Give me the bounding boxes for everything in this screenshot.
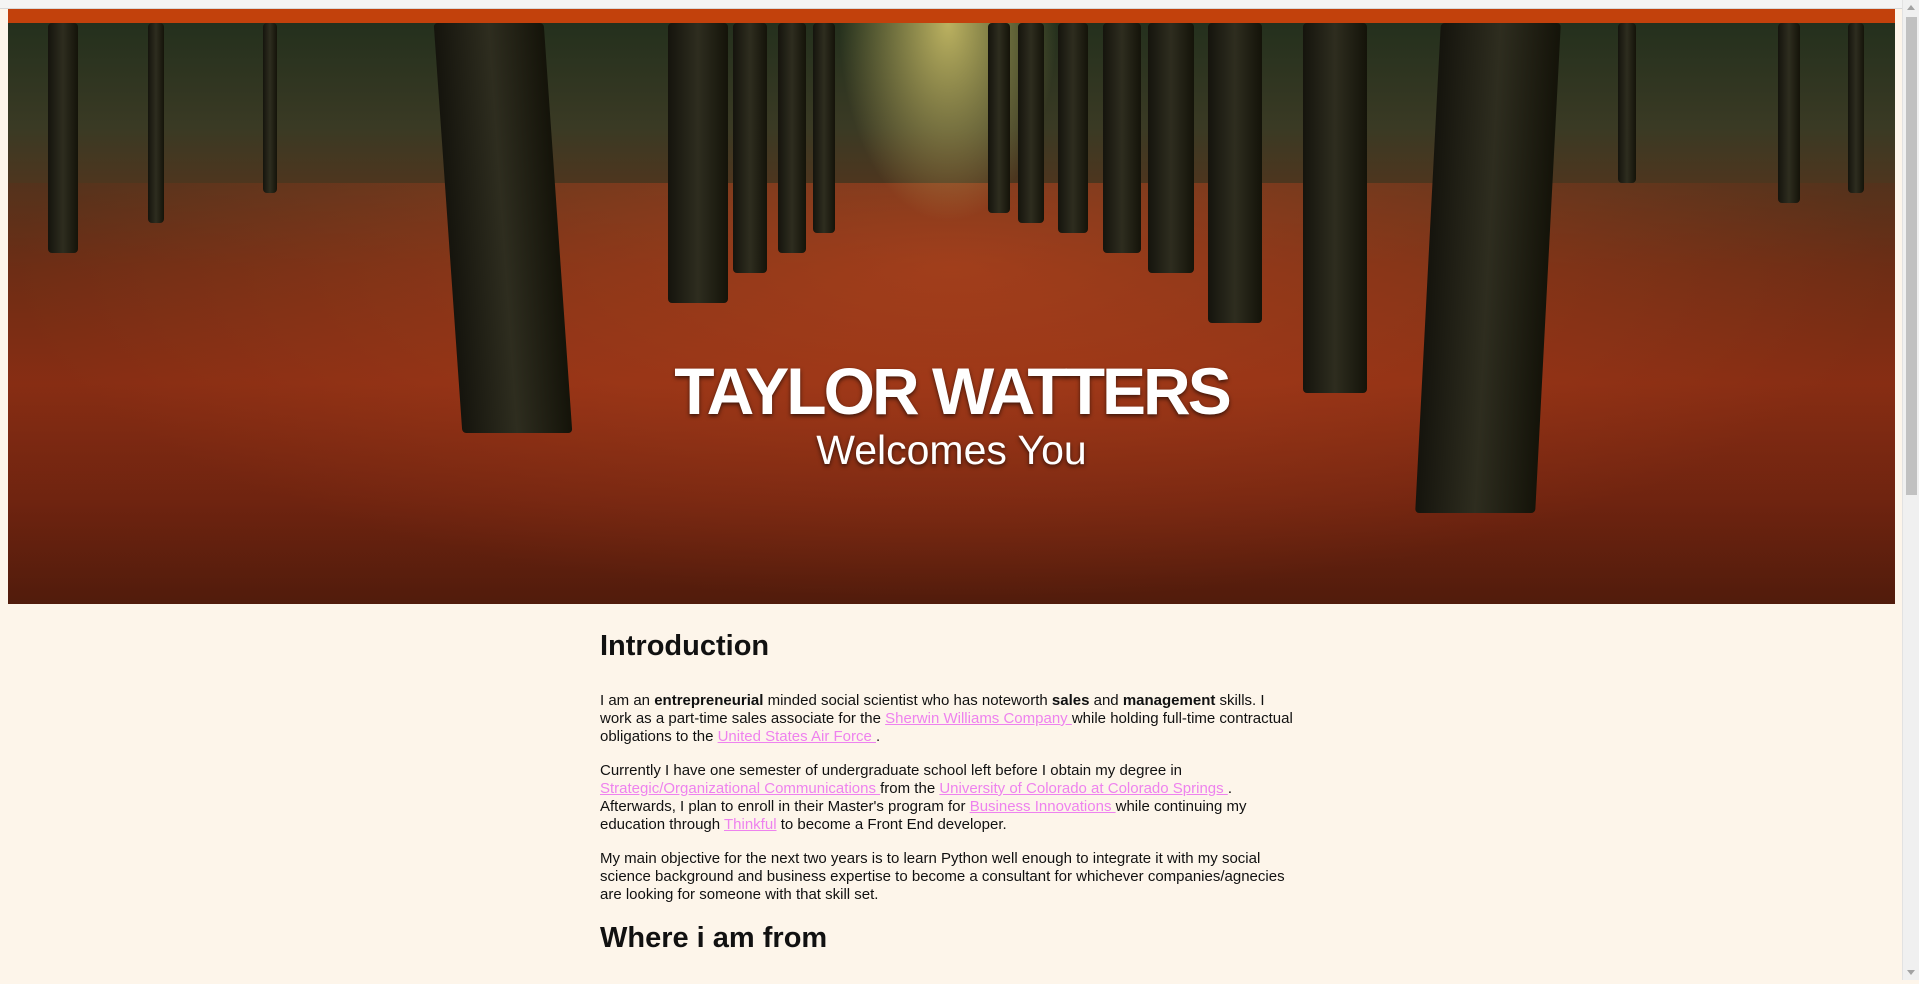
tree-trunk — [733, 23, 767, 273]
tree-trunk — [1618, 23, 1636, 183]
scroll-up-arrow-icon[interactable] — [1907, 5, 1915, 10]
text: from the — [880, 780, 940, 797]
link-us-air-force[interactable]: United States Air Force — [718, 728, 876, 745]
main-content: Introduction I am an entrepreneurial min… — [600, 628, 1300, 984]
tree-trunk — [813, 23, 835, 233]
text: minded social scientist who has notewort… — [763, 692, 1052, 709]
intro-paragraph-3: My main objective for the next two years… — [600, 850, 1285, 903]
link-sherwin-williams[interactable]: Sherwin Williams Company — [885, 710, 1072, 727]
bold-sales: sales — [1051, 692, 1090, 709]
text: to become a Front End developer. — [776, 816, 1007, 833]
vertical-scrollbar[interactable] — [1902, 0, 1919, 980]
text: and — [1089, 692, 1123, 709]
text: Currently I have one semester of undergr… — [600, 762, 1183, 779]
hero-subtitle: Welcomes You — [816, 427, 1087, 473]
scrollbar-thumb[interactable] — [1906, 17, 1917, 495]
tree-trunk — [778, 23, 806, 253]
tree-trunk — [1058, 23, 1088, 233]
link-strategic-communications[interactable]: Strategic/Organizational Communications — [600, 780, 880, 797]
bold-entrepreneurial: entrepreneurial — [654, 692, 764, 709]
browser-top-edge — [0, 0, 1902, 9]
tree-trunk — [1778, 23, 1800, 203]
text: . — [876, 728, 881, 745]
tree-trunk — [988, 23, 1010, 213]
tree-trunk — [1208, 23, 1262, 323]
tree-trunk — [263, 23, 277, 193]
hero-title: TAYLOR WATTERS — [674, 354, 1231, 428]
tree-trunk — [668, 23, 728, 303]
where-from-heading: Where i am from — [600, 922, 828, 954]
bold-management: management — [1122, 692, 1216, 709]
intro-paragraph-1: I am an entrepreneurial minded social sc… — [600, 692, 1300, 746]
tree-trunk — [1018, 23, 1044, 223]
tree-trunk — [148, 23, 164, 223]
link-thinkful[interactable]: Thinkful — [724, 816, 777, 833]
accent-bar — [8, 9, 1895, 23]
intro-heading: Introduction — [600, 630, 770, 662]
link-uccs[interactable]: University of Colorado at Colorado Sprin… — [939, 780, 1227, 797]
scroll-down-arrow-icon[interactable] — [1907, 970, 1915, 975]
hero-banner: TAYLOR WATTERS Welcomes You — [8, 23, 1895, 604]
tree-trunk — [1848, 23, 1864, 193]
tree-trunk — [1303, 23, 1367, 393]
intro-paragraph-2: Currently I have one semester of undergr… — [600, 762, 1300, 834]
link-business-innovations[interactable]: Business Innovations — [970, 798, 1116, 815]
tree-trunk — [1148, 23, 1194, 273]
tree-trunk — [1103, 23, 1141, 253]
text: I am an — [600, 692, 655, 709]
tree-trunk — [48, 23, 78, 253]
